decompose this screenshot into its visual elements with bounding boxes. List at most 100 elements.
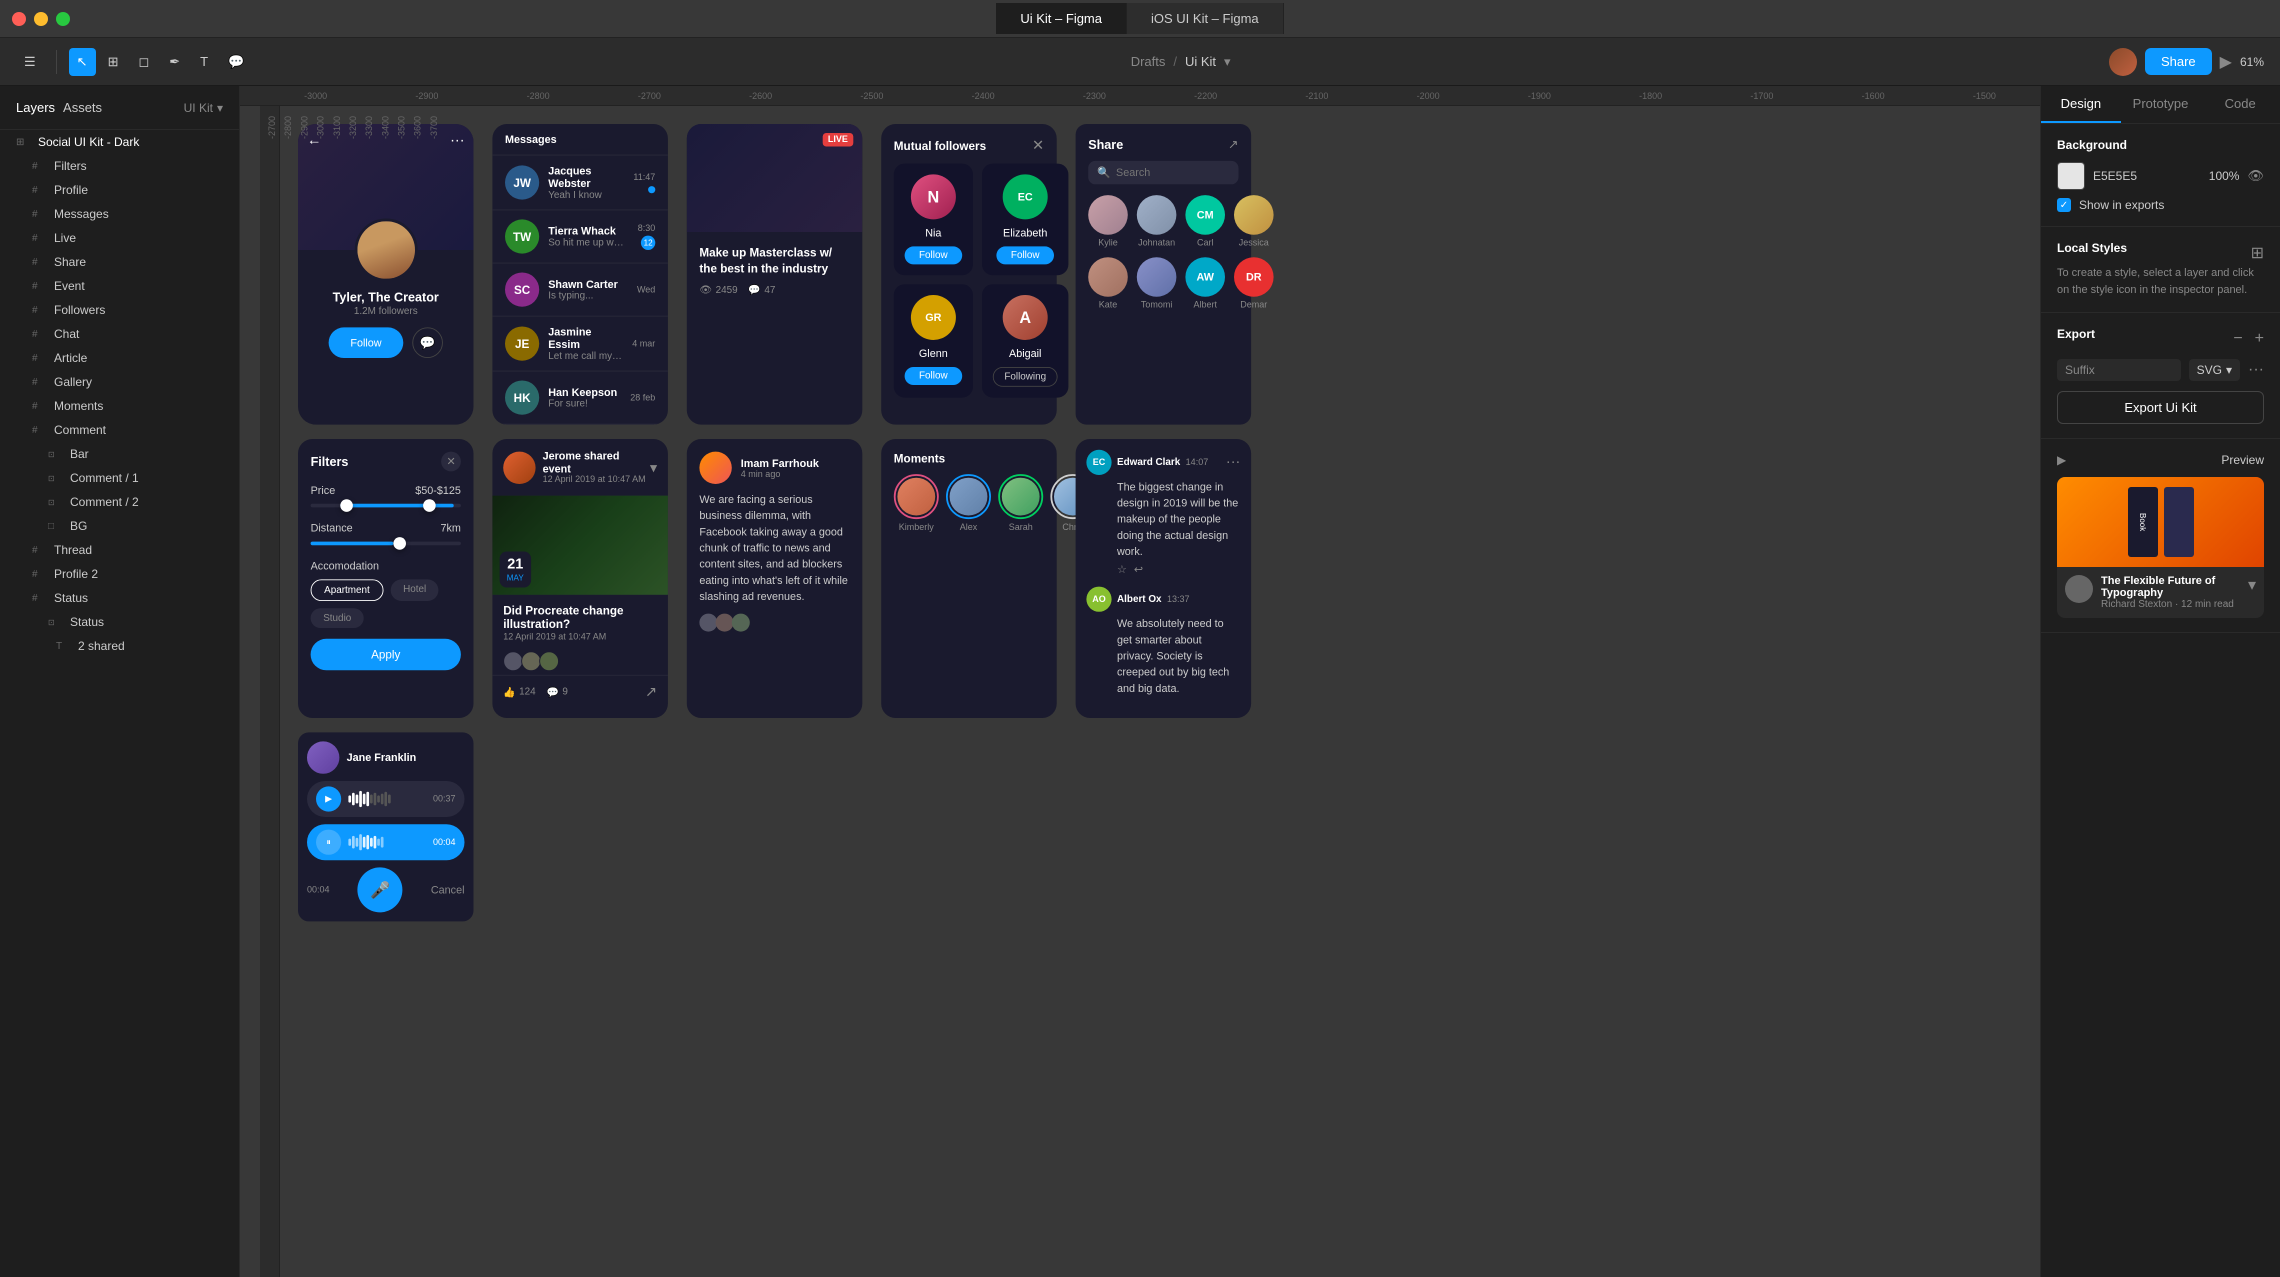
frame-tool[interactable]: ⊞ bbox=[100, 48, 127, 76]
share-reaction[interactable]: ↗ bbox=[645, 683, 657, 701]
pause-btn[interactable]: ⏸ bbox=[316, 830, 341, 855]
distance-slider[interactable] bbox=[311, 542, 461, 546]
layer-comment-1[interactable]: ⊡ Comment / 1 bbox=[0, 466, 239, 490]
ui-kit-dropdown[interactable]: UI Kit ▾ bbox=[184, 101, 223, 115]
layer-filters[interactable]: # Filters bbox=[0, 154, 239, 178]
event-user-avatar bbox=[503, 451, 535, 483]
layer-profile2[interactable]: # Profile 2 bbox=[0, 562, 239, 586]
layer-chat[interactable]: # Chat bbox=[0, 322, 239, 346]
tab-uikit[interactable]: Ui Kit – Figma bbox=[996, 3, 1127, 34]
close-btn[interactable] bbox=[12, 12, 26, 26]
tab-layers[interactable]: Layers bbox=[16, 96, 55, 119]
layer-followers[interactable]: # Followers bbox=[0, 298, 239, 322]
search-input[interactable] bbox=[1116, 166, 1224, 179]
pen-icon: ✒ bbox=[169, 54, 180, 70]
comment-icon: 💬 bbox=[748, 285, 760, 297]
layer-profile[interactable]: # Profile bbox=[0, 178, 239, 202]
close-icon[interactable]: ✕ bbox=[1032, 137, 1044, 155]
layer-bar[interactable]: ⊡ Bar bbox=[0, 442, 239, 466]
more-icon[interactable]: ··· bbox=[1226, 454, 1240, 470]
pen-tool[interactable]: ✒ bbox=[161, 48, 188, 76]
star-icon[interactable]: ☆ bbox=[1117, 563, 1127, 576]
tab-design[interactable]: Design bbox=[2041, 86, 2121, 123]
chevron-down-icon[interactable]: ▾ bbox=[650, 458, 657, 476]
layer-messages[interactable]: # Messages bbox=[0, 202, 239, 226]
reply-icon[interactable]: ↩ bbox=[1134, 563, 1143, 576]
chip-apartment[interactable]: Apartment bbox=[311, 579, 384, 601]
chip-studio[interactable]: Studio bbox=[311, 608, 364, 628]
add-style-icon[interactable]: ⊞ bbox=[2251, 243, 2264, 263]
following-abigail-btn[interactable]: Following bbox=[993, 367, 1058, 387]
menu-button[interactable]: ☰ bbox=[16, 48, 44, 76]
layer-2-shared[interactable]: T 2 shared bbox=[0, 634, 239, 658]
layer-event[interactable]: # Event bbox=[0, 274, 239, 298]
distance-thumb[interactable] bbox=[393, 537, 406, 550]
like-reaction[interactable]: 👍 124 bbox=[503, 683, 535, 701]
remove-export-icon[interactable]: − bbox=[2233, 330, 2242, 348]
tab-ios-uikit[interactable]: iOS UI Kit – Figma bbox=[1127, 3, 1284, 34]
layer-comment-2[interactable]: ⊡ Comment / 2 bbox=[0, 490, 239, 514]
minimize-btn[interactable] bbox=[34, 12, 48, 26]
cursor-tool[interactable]: ↖ bbox=[69, 48, 96, 76]
play-icon[interactable]: ▶ bbox=[2220, 52, 2232, 72]
chat-item-0[interactable]: JW Jacques Webster Yeah I know 11:47 bbox=[492, 156, 668, 211]
microphone-button[interactable]: 🎤 bbox=[358, 867, 403, 912]
share-button[interactable]: Share bbox=[2145, 48, 2212, 75]
layer-article[interactable]: # Article bbox=[0, 346, 239, 370]
layer-thread[interactable]: # Thread bbox=[0, 538, 239, 562]
apply-button[interactable]: Apply bbox=[311, 639, 461, 671]
waveform-2 bbox=[348, 833, 425, 851]
chat-item-3[interactable]: JE Jasmine Essim Let me call my agency 4… bbox=[492, 317, 668, 372]
layer-bg[interactable]: □ BG bbox=[0, 514, 239, 538]
price-thumb-right[interactable] bbox=[423, 499, 436, 512]
layer-comment[interactable]: # Comment bbox=[0, 418, 239, 442]
comment-tool[interactable]: 💬 bbox=[220, 48, 252, 76]
chat-item-1[interactable]: TW Tierra Whack So hit me up when you're… bbox=[492, 210, 668, 263]
tab-prototype[interactable]: Prototype bbox=[2121, 86, 2201, 123]
bg-color-swatch[interactable] bbox=[2057, 162, 2085, 190]
share-icon[interactable]: ↗ bbox=[1228, 137, 1239, 152]
tab-assets[interactable]: Assets bbox=[63, 96, 102, 119]
price-slider[interactable] bbox=[311, 504, 461, 508]
text-tool[interactable]: T bbox=[192, 48, 216, 75]
check-icon: ✓ bbox=[2060, 200, 2068, 211]
zoom-level[interactable]: 61% bbox=[2240, 55, 2264, 69]
layer-moments[interactable]: # Moments bbox=[0, 394, 239, 418]
export-suffix-input[interactable]: Suffix bbox=[2057, 359, 2181, 381]
export-more-icon[interactable]: ··· bbox=[2248, 361, 2264, 379]
export-uikit-btn[interactable]: Export Ui Kit bbox=[2057, 391, 2264, 424]
avatar-johnatan: Johnatan bbox=[1137, 195, 1177, 248]
close-filters-icon[interactable]: ✕ bbox=[441, 452, 461, 472]
tab-code[interactable]: Code bbox=[2200, 86, 2280, 123]
layer-live[interactable]: # Live bbox=[0, 226, 239, 250]
chevron-down-icon[interactable]: ▾ bbox=[2248, 575, 2256, 595]
export-format-dropdown[interactable]: SVG ▾ bbox=[2189, 359, 2240, 381]
layer-share[interactable]: # Share bbox=[0, 250, 239, 274]
mutual-item-nia: N Nia Follow bbox=[894, 164, 973, 276]
message-button[interactable]: 💬 bbox=[412, 327, 443, 358]
comment-reaction[interactable]: 💬 9 bbox=[546, 683, 567, 701]
cancel-recording-btn[interactable]: Cancel bbox=[431, 884, 465, 897]
follow-button[interactable]: Follow bbox=[329, 327, 403, 358]
show-exports-checkbox[interactable]: ✓ bbox=[2057, 198, 2071, 212]
maximize-btn[interactable] bbox=[56, 12, 70, 26]
chip-hotel[interactable]: Hotel bbox=[390, 579, 438, 601]
more-icon[interactable]: ··· bbox=[450, 133, 464, 149]
avatar-albert: AW Albert bbox=[1185, 257, 1225, 310]
visibility-icon[interactable]: 👁 bbox=[2247, 168, 2264, 184]
layer-status-sub[interactable]: ⊡ Status bbox=[0, 610, 239, 634]
price-thumb-left[interactable] bbox=[341, 499, 354, 512]
chat-item-4[interactable]: HK Han Keepson For sure! 28 feb bbox=[492, 372, 668, 425]
play-btn[interactable]: ▶ bbox=[316, 786, 341, 811]
search-box[interactable]: 🔍 bbox=[1088, 161, 1238, 184]
follow-glenn-btn[interactable]: Follow bbox=[905, 367, 962, 385]
follow-elizabeth-btn[interactable]: Follow bbox=[997, 246, 1054, 264]
layer-gallery[interactable]: # Gallery bbox=[0, 370, 239, 394]
layer-status[interactable]: # Status bbox=[0, 586, 239, 610]
chat-item-2[interactable]: SC Shawn Carter Is typing... Wed bbox=[492, 264, 668, 317]
layer-social-uikit[interactable]: ⊞ Social UI Kit - Dark bbox=[0, 130, 239, 154]
add-export-icon[interactable]: + bbox=[2255, 330, 2264, 348]
follow-nia-btn[interactable]: Follow bbox=[905, 246, 962, 264]
shape-tool[interactable]: ◻ bbox=[130, 48, 157, 76]
preview-header[interactable]: ▶ Preview bbox=[2057, 453, 2264, 467]
